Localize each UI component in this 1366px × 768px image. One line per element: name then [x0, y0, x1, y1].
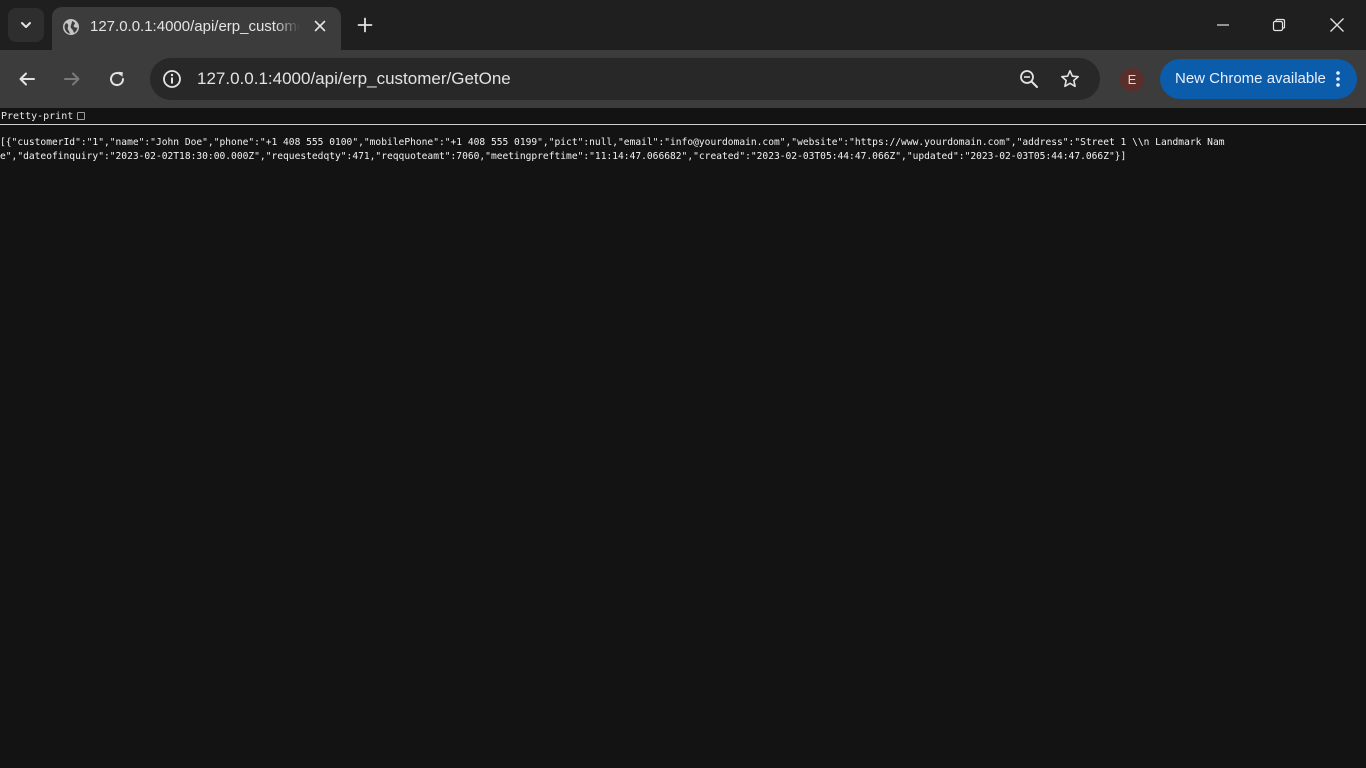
info-icon: [163, 70, 181, 88]
zoom-button[interactable]: [1017, 67, 1041, 91]
close-icon: [1330, 18, 1344, 32]
chevron-down-icon: [21, 22, 31, 28]
url-text[interactable]: 127.0.0.1:4000/api/erp_customer/GetOne: [197, 68, 511, 90]
globe-icon: [63, 19, 79, 35]
minimize-icon: [1217, 24, 1229, 26]
restore-icon: [1272, 18, 1286, 32]
pretty-print-label: Pretty-print: [1, 111, 74, 122]
close-window-button[interactable]: [1317, 6, 1357, 44]
address-bar[interactable]: 127.0.0.1:4000/api/erp_customer/GetOne: [150, 58, 1100, 100]
star-icon: [1061, 70, 1079, 88]
tab-close-button[interactable]: [310, 16, 330, 36]
reload-button[interactable]: [102, 64, 132, 94]
kebab-menu-icon: [1336, 71, 1340, 87]
update-button-label: New Chrome available: [1175, 70, 1326, 87]
tab-title: 127.0.0.1:4000/api/erp_customer/GetOne: [90, 18, 300, 35]
forward-arrow-icon: [64, 72, 80, 86]
reload-icon: [110, 71, 125, 87]
browser-toolbar: 127.0.0.1:4000/api/erp_customer/GetOne E…: [0, 50, 1366, 108]
pretty-print-bar: Pretty-print: [0, 108, 1366, 125]
tab-strip: 127.0.0.1:4000/api/erp_customer/GetOne: [0, 0, 1366, 50]
new-chrome-available-button[interactable]: New Chrome available: [1160, 59, 1357, 99]
new-tab-button[interactable]: [352, 12, 378, 38]
zoom-out-icon: [1020, 70, 1038, 88]
json-response-text: [{"customerId":"1","name":"John Doe","ph…: [0, 137, 1225, 162]
pretty-print-checkbox[interactable]: [77, 112, 85, 120]
site-info-button[interactable]: [160, 67, 184, 91]
bookmark-button[interactable]: [1058, 67, 1082, 91]
active-tab[interactable]: 127.0.0.1:4000/api/erp_customer/GetOne: [52, 7, 341, 50]
forward-button[interactable]: [57, 64, 87, 94]
minimize-button[interactable]: [1203, 6, 1243, 44]
profile-avatar[interactable]: E: [1120, 68, 1144, 92]
page-content: Pretty-print [{"customerId":"1","name":"…: [0, 108, 1366, 768]
tab-search-button[interactable]: [8, 8, 44, 42]
back-button[interactable]: [12, 64, 42, 94]
browser-menu-button[interactable]: [1330, 67, 1346, 91]
back-arrow-icon: [19, 72, 35, 86]
plus-icon: [357, 17, 373, 33]
restore-button[interactable]: [1259, 6, 1299, 44]
close-icon: [314, 20, 326, 32]
